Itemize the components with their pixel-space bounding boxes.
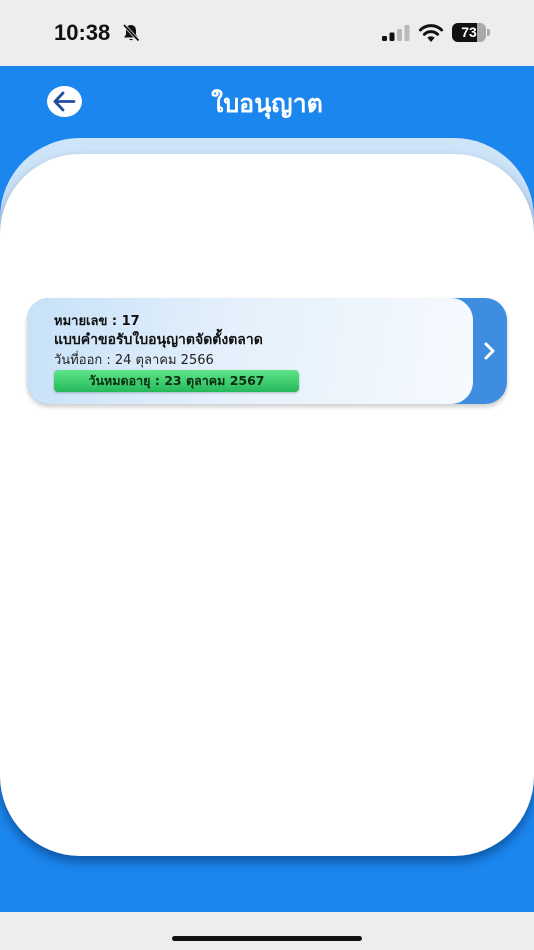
license-expiry-badge: วันหมดอายุ : 23 ตุลาคม 2567 [54,370,299,392]
cellular-signal-icon [382,25,410,41]
app-area: ใบอนุญาต หมายเลข : 17 แบบคำขอรับใบอนุญาต… [0,66,534,912]
battery-percent: 73 [461,24,477,40]
home-indicator[interactable] [172,936,362,941]
license-title: แบบคำขอรับใบอนุญาตจัดตั้งตลาด [54,332,263,348]
battery-body: 73 [452,23,486,42]
chevron-right-icon[interactable] [481,341,499,361]
license-card[interactable]: หมายเลข : 17 แบบคำขอรับใบอนุญาตจัดตั้งตล… [27,298,507,404]
status-time: 10:38 [54,20,111,45]
bell-slash-icon [122,23,140,42]
license-issue-date: วันที่ออก : 24 ตุลาคม 2566 [54,353,214,368]
battery-cap [487,29,490,36]
license-number: หมายเลข : 17 [54,314,140,329]
battery-indicator: 73 [452,23,490,42]
page-title: ใบอนุญาต [211,89,323,118]
license-card-body: หมายเลข : 17 แบบคำขอรับใบอนุญาตจัดตั้งตล… [27,298,473,404]
home-bar [0,912,534,950]
wifi-icon [418,24,444,42]
screen: 10:38 73 ใบอนุญาต หมายเลข: 17 แบบคำขอรั… [0,0,534,950]
content-panel: หมายเลข : 17 แบบคำขอรับใบอนุญาตจัดตั้งตล… [0,154,534,856]
status-bar: 10:38 73 [0,0,534,66]
